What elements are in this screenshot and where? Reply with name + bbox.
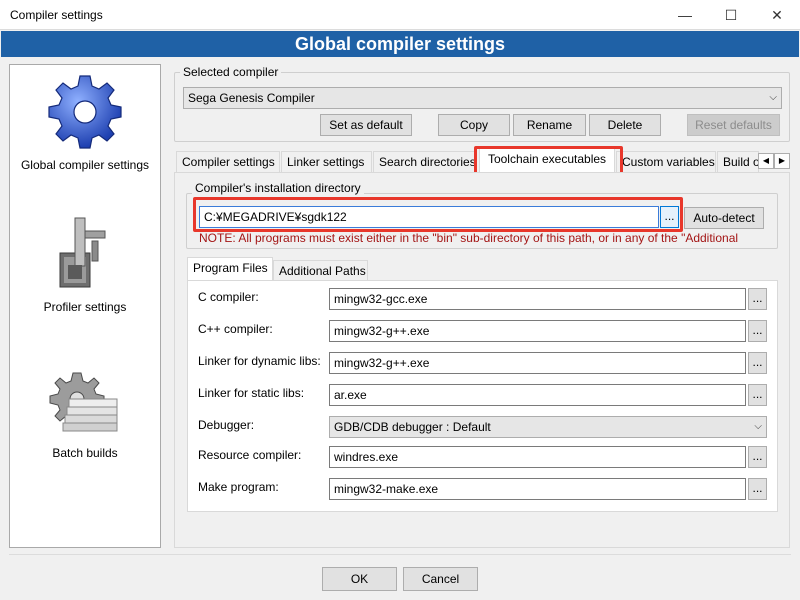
resource-compiler-field[interactable]: windres.exe xyxy=(329,446,746,468)
tab-search-directories[interactable]: Search directories xyxy=(373,151,477,173)
sidebar-item-label: Batch builds xyxy=(52,446,118,460)
install-dir-legend: Compiler's installation directory xyxy=(192,181,364,195)
install-dir-note: NOTE: All programs must exist either in … xyxy=(199,231,739,245)
gear-icon xyxy=(48,75,122,149)
tab-compiler-settings[interactable]: Compiler settings xyxy=(176,151,280,173)
make-program-label: Make program: xyxy=(198,480,279,494)
tab-build-options[interactable]: Build o xyxy=(717,151,759,173)
sidebar-item-profiler-settings[interactable]: Profiler settings xyxy=(10,213,160,314)
title-bar: Compiler settings — ☐ ✕ xyxy=(0,0,800,30)
caliper-icon xyxy=(59,217,106,288)
cancel-button[interactable]: Cancel xyxy=(403,567,478,591)
selected-compiler-legend: Selected compiler xyxy=(180,65,282,79)
sidebar-item-label: Global compiler settings xyxy=(20,158,150,172)
tab-toolchain-executables[interactable]: Toolchain executables xyxy=(479,148,615,172)
dynamic-linker-label: Linker for dynamic libs: xyxy=(198,354,321,368)
static-linker-browse-button[interactable]: ... xyxy=(748,384,767,406)
sidebar-item-label: Profiler settings xyxy=(43,300,127,314)
static-linker-label: Linker for static libs: xyxy=(198,386,305,400)
cpp-compiler-browse-button[interactable]: ... xyxy=(748,320,767,342)
rename-button[interactable]: Rename xyxy=(513,114,586,136)
tab-custom-variables[interactable]: Custom variables xyxy=(616,151,716,173)
chevron-down-icon: ⌵ xyxy=(754,421,762,432)
dynamic-linker-field[interactable]: mingw32-g++.exe xyxy=(329,352,746,374)
dynamic-linker-browse-button[interactable]: ... xyxy=(748,352,767,374)
static-linker-field[interactable]: ar.exe xyxy=(329,384,746,406)
tab-additional-paths[interactable]: Additional Paths xyxy=(273,260,368,282)
tab-scroll-buttons: ◀ ▶ xyxy=(758,152,790,169)
c-compiler-label: C compiler: xyxy=(198,290,259,304)
sidebar-item-batch-builds[interactable]: Batch builds xyxy=(10,369,160,460)
footer-divider xyxy=(9,554,791,555)
reset-defaults-button[interactable]: Reset defaults xyxy=(687,114,780,136)
minimize-button[interactable]: — xyxy=(662,0,708,30)
maximize-button[interactable]: ☐ xyxy=(708,0,754,30)
close-button[interactable]: ✕ xyxy=(754,0,800,30)
debugger-select[interactable]: GDB/CDB debugger : Default ⌵ xyxy=(329,416,767,438)
resource-compiler-label: Resource compiler: xyxy=(198,448,302,462)
sidebar-item-global-compiler-settings[interactable]: Global compiler settings xyxy=(10,71,160,172)
cpp-compiler-field[interactable]: mingw32-g++.exe xyxy=(329,320,746,342)
sidebar: Global compiler settings Profiler settin… xyxy=(9,64,161,548)
debugger-label: Debugger: xyxy=(198,418,255,432)
ok-button[interactable]: OK xyxy=(322,567,397,591)
batch-gear-icon xyxy=(49,372,118,432)
c-compiler-field[interactable]: mingw32-gcc.exe xyxy=(329,288,746,310)
copy-button[interactable]: Copy xyxy=(438,114,510,136)
tab-scroll-left-icon[interactable]: ◀ xyxy=(758,153,774,169)
compiler-select[interactable]: Sega Genesis Compiler ⌵ xyxy=(183,87,782,109)
page-title-banner: Global compiler settings xyxy=(1,31,799,57)
make-program-browse-button[interactable]: ... xyxy=(748,478,767,500)
cpp-compiler-label: C++ compiler: xyxy=(198,322,273,336)
window-title: Compiler settings xyxy=(10,8,103,22)
delete-button[interactable]: Delete xyxy=(589,114,661,136)
resource-compiler-browse-button[interactable]: ... xyxy=(748,446,767,468)
tab-scroll-right-icon[interactable]: ▶ xyxy=(774,153,790,169)
make-program-field[interactable]: mingw32-make.exe xyxy=(329,478,746,500)
install-dir-browse-button[interactable]: ... xyxy=(660,206,679,228)
c-compiler-browse-button[interactable]: ... xyxy=(748,288,767,310)
auto-detect-button[interactable]: Auto-detect xyxy=(684,207,764,229)
set-as-default-button[interactable]: Set as default xyxy=(320,114,412,136)
chevron-down-icon: ⌵ xyxy=(769,92,777,103)
install-dir-input[interactable]: C:¥MEGADRIVE¥sgdk122 xyxy=(199,206,659,228)
tab-program-files[interactable]: Program Files xyxy=(187,257,273,281)
tab-linker-settings[interactable]: Linker settings xyxy=(281,151,372,173)
